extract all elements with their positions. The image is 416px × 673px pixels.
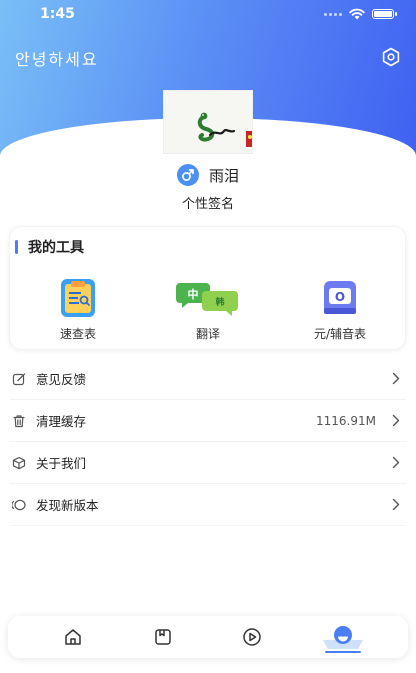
menu-label: 意见反馈 bbox=[36, 372, 87, 387]
menu-label: 清理缓存 bbox=[36, 414, 87, 429]
chevron-right-icon bbox=[392, 456, 400, 469]
tools-title-text: 我的工具 bbox=[28, 240, 84, 256]
status-time: 1:45 bbox=[40, 6, 75, 22]
active-tab-indicator bbox=[321, 616, 365, 658]
play-icon bbox=[243, 628, 261, 646]
vowel-consonant-icon: O bbox=[319, 277, 361, 319]
tool-label: 元/辅音表 bbox=[313, 327, 367, 341]
tab-notes[interactable] bbox=[133, 616, 193, 658]
battery-icon bbox=[372, 9, 397, 19]
settings-menu: 意见反馈 清理缓存 1116.91M 关于我们 发现新版本 bbox=[10, 358, 406, 526]
menu-item-new-version[interactable]: 发现新版本 bbox=[10, 484, 406, 526]
bottom-tab-bar bbox=[8, 616, 408, 658]
my-tools-card: 我的工具 速查表 中 韩 翻译 O 元/辅音表 bbox=[9, 226, 406, 350]
male-gender-icon bbox=[176, 164, 199, 186]
translate-icon: 中 韩 bbox=[176, 277, 240, 319]
username: 雨泪 bbox=[208, 166, 239, 185]
tool-quick-reference[interactable]: 速查表 bbox=[28, 277, 128, 342]
quick-reference-icon bbox=[57, 277, 99, 319]
profile-icon bbox=[334, 626, 352, 644]
chevron-right-icon bbox=[392, 414, 400, 427]
feedback-icon bbox=[12, 372, 26, 386]
settings-button[interactable] bbox=[380, 46, 402, 68]
tab-mine[interactable] bbox=[313, 616, 373, 658]
menu-label: 发现新版本 bbox=[36, 498, 99, 513]
greeting-title: 안녕하세요 bbox=[15, 50, 99, 69]
tools-section-title: 我的工具 bbox=[15, 237, 84, 257]
tab-home[interactable] bbox=[43, 616, 103, 658]
tab-video[interactable] bbox=[222, 616, 282, 658]
tool-label: 速查表 bbox=[59, 327, 96, 341]
status-icons bbox=[324, 8, 397, 20]
translate-badge-left: 中 bbox=[188, 287, 199, 301]
status-bar: 1:45 bbox=[0, 0, 416, 30]
cache-size-value: 1116.91M bbox=[316, 413, 376, 428]
wifi-icon bbox=[349, 8, 365, 20]
tool-vowel-consonant[interactable]: O 元/辅音表 bbox=[290, 277, 390, 342]
tool-translate[interactable]: 中 韩 翻译 bbox=[158, 277, 258, 342]
menu-item-feedback[interactable]: 意见反馈 bbox=[10, 358, 406, 400]
menu-item-clear-cache[interactable]: 清理缓存 1116.91M bbox=[10, 400, 406, 442]
cube-icon bbox=[12, 456, 26, 470]
settings-icon bbox=[382, 47, 400, 67]
translate-badge-right: 韩 bbox=[215, 296, 224, 308]
chevron-right-icon bbox=[392, 372, 400, 385]
tool-label: 翻译 bbox=[195, 327, 220, 341]
avatar-snake-image bbox=[164, 91, 252, 153]
avatar[interactable] bbox=[163, 90, 253, 154]
menu-label: 关于我们 bbox=[36, 456, 87, 471]
vowel-glyph: O bbox=[335, 290, 345, 304]
signal-icon bbox=[324, 12, 342, 16]
title-accent-bar bbox=[15, 240, 18, 254]
menu-item-about-us[interactable]: 关于我们 bbox=[10, 442, 406, 484]
chevron-right-icon bbox=[392, 498, 400, 511]
notebook-icon bbox=[155, 629, 171, 645]
version-icon bbox=[12, 498, 26, 512]
profile-name-row: 雨泪 bbox=[0, 164, 416, 186]
user-signature: 个性签名 bbox=[181, 197, 234, 212]
home-icon bbox=[65, 629, 81, 645]
trash-icon bbox=[12, 414, 26, 428]
